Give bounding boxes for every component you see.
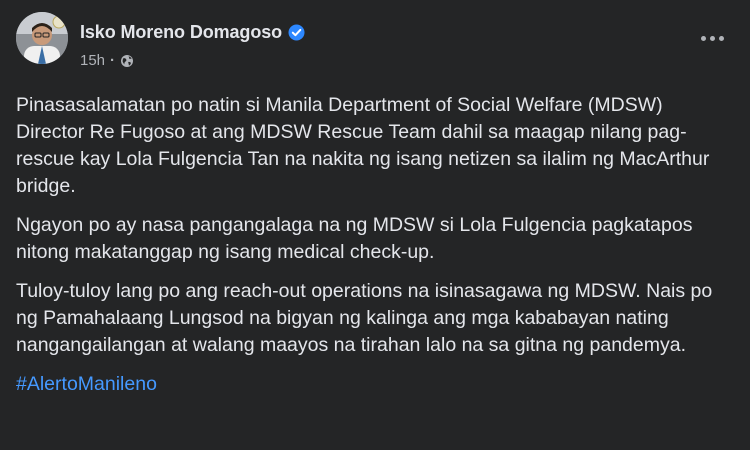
- author-row: Isko Moreno Domagoso: [80, 22, 305, 43]
- author-name[interactable]: Isko Moreno Domagoso: [80, 22, 282, 43]
- post-timestamp[interactable]: 15h: [80, 52, 105, 69]
- post-meta: 15h ·: [80, 52, 134, 69]
- globe-icon[interactable]: [120, 54, 134, 68]
- facebook-post: Isko Moreno Domagoso 15h · Pinasasalamat…: [0, 0, 750, 450]
- post-paragraph: Tuloy-tuloy lang po ang reach-out operat…: [16, 280, 713, 356]
- profile-photo: [16, 12, 68, 64]
- post-body: Pinasasalamatan po natin si Manila Depar…: [16, 92, 732, 410]
- more-dot: [700, 35, 706, 41]
- avatar[interactable]: [16, 12, 68, 64]
- post-header: Isko Moreno Domagoso 15h ·: [16, 12, 734, 76]
- verified-badge-icon: [288, 24, 305, 41]
- more-dot: [718, 35, 724, 41]
- meta-separator: ·: [110, 52, 116, 69]
- hashtag-link[interactable]: #AlertoManileno: [16, 373, 157, 395]
- more-options-button[interactable]: [692, 24, 732, 52]
- post-paragraph: Ngayon po ay nasa pangangalaga na ng MDS…: [16, 214, 693, 263]
- post-paragraph: Pinasasalamatan po natin si Manila Depar…: [16, 94, 710, 197]
- more-dot: [709, 35, 715, 41]
- hashtag-line: #AlertoManileno: [16, 371, 732, 398]
